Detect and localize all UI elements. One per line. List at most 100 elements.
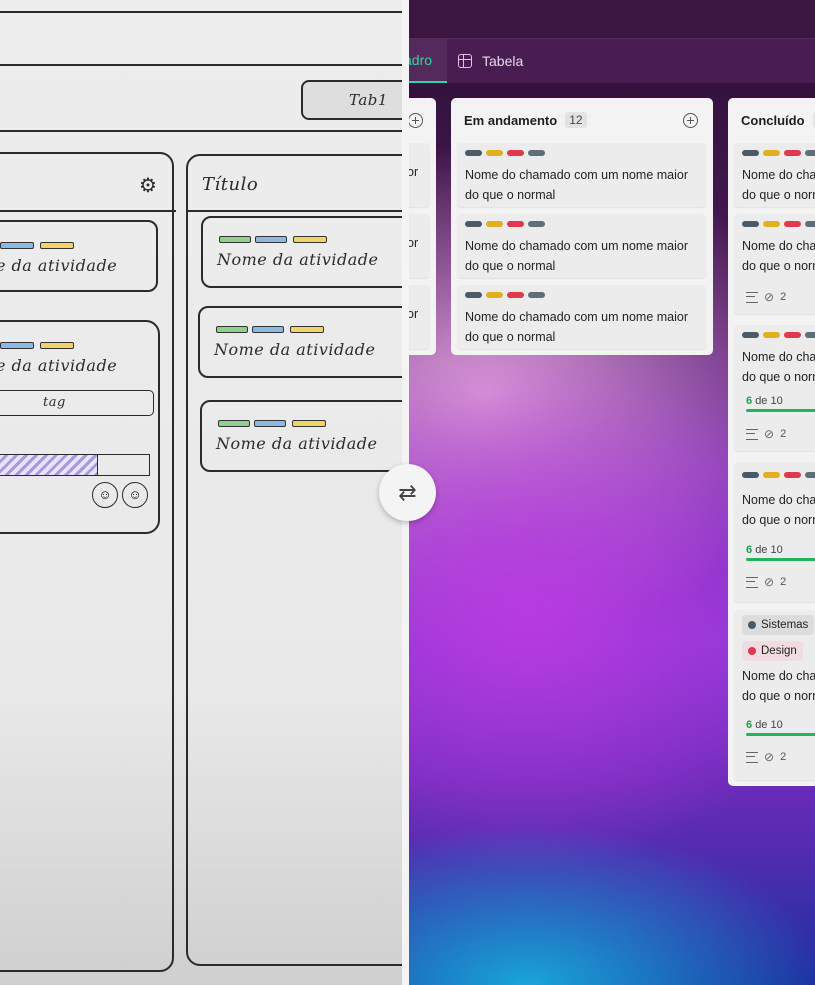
wireframe-sketch-panel: Tab1 ⚙ e da atividade e da atividade tag — [0, 0, 404, 985]
label-dots — [742, 332, 815, 338]
add-card-icon[interactable] — [683, 113, 698, 128]
tag-design[interactable]: Design — [742, 641, 803, 661]
card-title: Nome do chamado com um nome maior do que… — [465, 239, 689, 273]
sketch-activity-card[interactable]: Nome da atividade — [201, 216, 404, 288]
user-avatar-icon: ☺ — [122, 482, 148, 508]
view-tabs: adro Tabela — [404, 38, 815, 83]
tag-color-dot — [748, 647, 756, 655]
tab-tabela-label: Tabela — [482, 53, 524, 69]
sketch-activity-card[interactable]: Nome da atividade — [200, 400, 404, 472]
user-avatar-icon: ☺ — [92, 482, 118, 508]
sketch-color-pill — [293, 236, 327, 243]
attachment-count: 2 — [780, 751, 787, 763]
card-title: Nome do chamado com um nome maior do que… — [742, 669, 815, 703]
sketch-tabs-divider — [0, 130, 404, 132]
attachment-count: 2 — [780, 428, 787, 440]
sketch-tag[interactable]: tag — [0, 390, 154, 416]
sketch-tab1-label: Tab1 — [349, 91, 388, 109]
label-dots — [465, 292, 545, 298]
sketch-top-border — [0, 11, 404, 13]
progress-label: 6 de 10 — [746, 544, 783, 556]
kanban-column-em-andamento: Em andamento 12 Nome do chamado com um n… — [451, 98, 713, 355]
sketch-column-header-line — [188, 210, 404, 212]
kanban-app-panel: adro Tabela or or or Em andamento 12 Nom… — [404, 0, 815, 985]
progress-done: 6 — [746, 544, 753, 556]
gear-icon[interactable]: ⚙ — [139, 173, 157, 198]
sketch-activity-card[interactable]: Nome da atividade — [198, 306, 404, 378]
sketch-activity-label: e da atividade — [0, 356, 118, 375]
label-dots — [742, 150, 815, 156]
paperclip-icon: ⊘ — [764, 575, 775, 589]
sketch-tag-label: tag — [43, 395, 66, 410]
label-dots — [465, 150, 545, 156]
sketch-color-pill — [254, 420, 286, 427]
progress-total: de 10 — [755, 719, 783, 731]
tab-quadro[interactable]: adro — [404, 39, 447, 83]
progress-bar — [746, 733, 815, 736]
sketch-color-pill — [219, 236, 251, 243]
tag-sistemas[interactable]: Sistemas — [742, 615, 815, 635]
sketch-column-left: ⚙ e da atividade e da atividade tag ☺ ☺ — [0, 152, 176, 972]
ticket-card[interactable]: Sistemas Design Nome do chamado com um n… — [734, 610, 815, 780]
comparison-stage: Tab1 ⚙ e da atividade e da atividade tag — [0, 0, 815, 985]
description-icon — [746, 428, 758, 440]
sketch-color-pill — [292, 420, 326, 427]
tag-label: Design — [761, 645, 797, 657]
progress-bar — [746, 409, 815, 412]
label-dots — [742, 221, 815, 227]
sketch-color-pill — [0, 342, 34, 349]
card-title: Nome do chamado com um nome maior do que… — [742, 239, 815, 273]
card-meta: ⊘ 2 — [746, 750, 786, 764]
paperclip-icon: ⊘ — [764, 427, 775, 441]
card-meta: ⊘ 2 — [746, 427, 786, 441]
ticket-card[interactable]: Nome do chamado com um nome maior do que… — [734, 462, 815, 602]
ticket-card[interactable]: Nome do chamado com um nome maior do que… — [734, 325, 815, 451]
ticket-card[interactable]: Nome do chamado com um nome maior do que… — [457, 285, 706, 349]
tab-tabela[interactable]: Tabela — [458, 39, 523, 83]
ticket-card[interactable]: Nome do chamado com um nome maior do que… — [457, 143, 706, 207]
sketch-progress-fill — [0, 455, 98, 475]
swap-handle[interactable]: ⇄ — [379, 464, 436, 521]
sketch-activity-card-expanded[interactable]: e da atividade tag ☺ ☺ — [0, 320, 160, 534]
description-icon — [746, 291, 758, 303]
ticket-card[interactable]: Nome do chamado com um nome maior do que… — [734, 214, 815, 314]
sketch-column-right: Título Nome da atividade Nome da ativida… — [186, 154, 404, 966]
progress-done: 6 — [746, 395, 753, 407]
column-title: Em andamento — [464, 112, 558, 128]
sketch-progress-bar — [0, 454, 150, 476]
sketch-tab1-button[interactable]: Tab1 — [301, 80, 404, 120]
add-card-icon[interactable] — [408, 113, 423, 128]
progress-done: 6 — [746, 719, 753, 731]
sketch-activity-label: Nome da atividade — [216, 434, 378, 453]
ticket-card[interactable]: Nome do chamado com um nome maior do que… — [734, 143, 815, 207]
attachment-count: 2 — [780, 291, 787, 303]
table-icon — [458, 54, 472, 68]
sketch-activity-card[interactable]: e da atividade — [0, 220, 158, 292]
paperclip-icon: ⊘ — [764, 290, 775, 304]
attachment-count: 2 — [780, 576, 787, 588]
sketch-activity-label: e da atividade — [0, 256, 118, 275]
card-title: Nome do chamado com um nome maior do que… — [742, 350, 815, 384]
sketch-activity-label: Nome da atividade — [214, 340, 376, 359]
progress-total: de 10 — [755, 395, 783, 407]
sketch-color-pill — [216, 326, 248, 333]
description-icon — [746, 751, 758, 763]
sketch-color-pill — [252, 326, 284, 333]
sketch-column-header-line — [0, 210, 176, 212]
tag-label: Sistemas — [761, 619, 809, 631]
sketch-color-pill — [40, 242, 74, 249]
sketch-color-pill — [290, 326, 324, 333]
progress-label: 6 de 10 — [746, 395, 783, 407]
paperclip-icon: ⊘ — [764, 750, 775, 764]
column-header: Concluído 1 — [741, 112, 815, 128]
sketch-color-pill — [40, 342, 74, 349]
card-title: Nome do chamado com um nome maior do que… — [465, 310, 689, 344]
sketch-header-divider — [0, 64, 404, 66]
progress-total: de 10 — [755, 544, 783, 556]
ticket-card[interactable]: Nome do chamado com um nome maior do que… — [457, 214, 706, 278]
sketch-color-pill — [255, 236, 287, 243]
card-meta: ⊘ 2 — [746, 575, 786, 589]
label-dots — [742, 472, 815, 478]
progress-bar — [746, 558, 815, 561]
card-title: Nome do chamado com um nome maior do que… — [742, 168, 815, 202]
